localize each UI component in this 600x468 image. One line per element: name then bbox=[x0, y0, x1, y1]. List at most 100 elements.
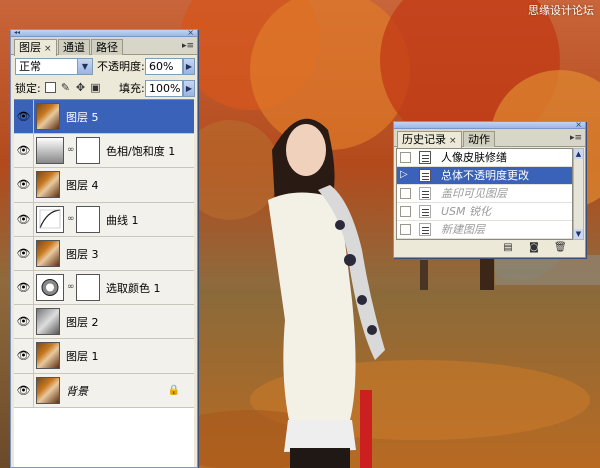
collapse-icon[interactable]: ◂◂ bbox=[14, 30, 20, 36]
fill-label: 填充: bbox=[119, 82, 145, 95]
fill-input[interactable]: 100% bbox=[145, 80, 183, 97]
layer-row[interactable]: 👁 背景 🔒 bbox=[14, 373, 194, 408]
eye-icon[interactable]: 👁 bbox=[14, 236, 34, 270]
panel-titlebar[interactable]: ◂◂ × bbox=[11, 28, 197, 37]
layer-row[interactable]: 👁 图层 5 bbox=[14, 100, 194, 135]
eye-icon[interactable]: 👁 bbox=[14, 339, 34, 373]
history-item-label: 新建图层 bbox=[441, 223, 485, 236]
panel-titlebar[interactable]: × bbox=[394, 120, 585, 129]
layers-panel: ◂◂ × 图层 × 通道 路径 ▸≡ 正常 ▼ 不透明度: 60% ▶ 锁定: ✎… bbox=[10, 28, 198, 468]
history-item-label: 盖印可见图层 bbox=[441, 187, 507, 200]
chain-link-icon[interactable]: ∞ bbox=[67, 214, 75, 224]
chevron-down-icon[interactable]: ▼ bbox=[77, 59, 92, 74]
snapshot-checkbox[interactable] bbox=[400, 188, 411, 199]
layer-mask-thumbnail[interactable] bbox=[76, 205, 100, 233]
layer-name: 图层 3 bbox=[66, 247, 99, 261]
lock-label: 锁定: bbox=[15, 82, 41, 95]
eye-icon[interactable]: 👁 bbox=[14, 134, 34, 168]
layer-name: 图层 2 bbox=[66, 316, 99, 330]
layer-row[interactable]: 👁 图层 1 bbox=[14, 339, 194, 374]
move-icon[interactable]: ✥ bbox=[75, 82, 86, 93]
tab-close-icon[interactable]: × bbox=[44, 44, 52, 54]
close-icon[interactable]: × bbox=[575, 120, 582, 129]
tab-paths-label: 路径 bbox=[96, 41, 118, 54]
history-scrollbar[interactable]: ▲ ▼ bbox=[573, 148, 584, 240]
lock-icon[interactable]: ▣ bbox=[90, 82, 101, 93]
layer-list: 👁 图层 5 👁 ∞ 色相/饱和度 1 👁 图层 4 👁 ∞ 曲线 1 👁 图层… bbox=[14, 99, 194, 467]
eye-icon[interactable]: 👁 bbox=[14, 305, 34, 339]
lock-icons-group: ✎ ✥ ▣ bbox=[45, 82, 101, 93]
scroll-down-icon[interactable]: ▼ bbox=[574, 229, 583, 239]
curves-glyph bbox=[39, 208, 61, 228]
layer-row[interactable]: 👁 ∞ 曲线 1 bbox=[14, 202, 194, 237]
history-list: 人像皮肤修缮 ▷ 总体不透明度更改 盖印可见图层 USM 锐化 新建图层 bbox=[396, 148, 573, 240]
eye-icon[interactable]: 👁 bbox=[14, 168, 34, 202]
tab-channels[interactable]: 通道 bbox=[58, 39, 90, 55]
blend-opacity-row: 正常 ▼ 不透明度: 60% ▶ bbox=[11, 55, 197, 77]
tab-paths[interactable]: 路径 bbox=[91, 39, 123, 55]
layer-thumbnail bbox=[36, 342, 60, 370]
close-icon[interactable]: × bbox=[187, 28, 194, 37]
document-icon bbox=[419, 169, 431, 182]
trash-icon[interactable]: 🗑 bbox=[554, 242, 567, 253]
opacity-arrow-button[interactable]: ▶ bbox=[183, 58, 195, 75]
curves-icon bbox=[36, 205, 64, 233]
history-item[interactable]: 人像皮肤修缮 bbox=[397, 149, 572, 167]
chain-link-icon[interactable]: ∞ bbox=[67, 282, 75, 292]
snapshot-checkbox[interactable] bbox=[400, 152, 411, 163]
document-icon bbox=[419, 151, 431, 164]
history-item[interactable]: 盖印可见图层 bbox=[397, 185, 572, 203]
tab-actions[interactable]: 动作 bbox=[463, 131, 495, 147]
opacity-label: 不透明度: bbox=[97, 60, 145, 73]
history-item[interactable]: ▷ 总体不透明度更改 bbox=[397, 167, 572, 185]
layer-thumbnail bbox=[36, 171, 60, 199]
layer-row[interactable]: 👁 图层 2 bbox=[14, 305, 194, 340]
hue-saturation-icon bbox=[36, 137, 64, 165]
tab-actions-label: 动作 bbox=[468, 133, 490, 146]
lock-transparency-icon[interactable] bbox=[45, 82, 56, 93]
tab-layers[interactable]: 图层 × bbox=[14, 39, 57, 56]
fill-arrow-button[interactable]: ▶ bbox=[183, 80, 195, 97]
layer-row[interactable]: 👁 图层 3 bbox=[14, 236, 194, 271]
blend-mode-select[interactable]: 正常 ▼ bbox=[15, 58, 93, 75]
eye-icon[interactable]: 👁 bbox=[14, 373, 34, 407]
scroll-up-icon[interactable]: ▲ bbox=[574, 149, 583, 159]
layer-thumbnail bbox=[36, 103, 60, 130]
layer-row[interactable]: 👁 ∞ 色相/饱和度 1 bbox=[14, 134, 194, 169]
tab-layers-label: 图层 bbox=[19, 41, 41, 54]
panel-menu-icon[interactable]: ▸≡ bbox=[182, 41, 194, 51]
history-item[interactable]: 新建图层 bbox=[397, 221, 572, 239]
brush-icon[interactable]: ✎ bbox=[60, 82, 71, 93]
watermark-text: 思缘设计论坛 bbox=[528, 4, 594, 17]
layer-mask-thumbnail[interactable] bbox=[76, 273, 100, 301]
panel-menu-icon[interactable]: ▸≡ bbox=[570, 133, 582, 143]
opacity-input[interactable]: 60% bbox=[145, 58, 183, 75]
tab-close-icon[interactable]: × bbox=[449, 136, 457, 146]
layer-row[interactable]: 👁 图层 4 bbox=[14, 168, 194, 203]
selective-color-glyph bbox=[41, 278, 59, 296]
history-toolbar: ▤ ◙ 🗑 bbox=[394, 241, 585, 255]
history-item-label: 总体不透明度更改 bbox=[441, 169, 529, 182]
layer-name: 图层 5 bbox=[66, 111, 99, 124]
layer-name: 曲线 1 bbox=[106, 213, 139, 227]
history-item[interactable]: USM 锐化 bbox=[397, 203, 572, 221]
history-panel: × 历史记录× 动作 ▸≡ 人像皮肤修缮 ▷ 总体不透明度更改 盖印可见图层 bbox=[393, 120, 586, 258]
layer-mask-thumbnail[interactable] bbox=[76, 137, 100, 165]
eye-icon[interactable]: 👁 bbox=[14, 100, 34, 134]
eye-icon[interactable]: 👁 bbox=[14, 202, 34, 236]
layer-name: 图层 4 bbox=[66, 179, 99, 193]
layer-row[interactable]: 👁 ∞ 选取颜色 1 bbox=[14, 270, 194, 306]
history-item-label: USM 锐化 bbox=[441, 205, 492, 218]
camera-snapshot-icon[interactable]: ◙ bbox=[528, 242, 540, 253]
document-icon bbox=[419, 223, 431, 236]
tab-history[interactable]: 历史记录 × bbox=[397, 131, 462, 148]
lock-fill-row: 锁定: ✎ ✥ ▣ 填充: 100% ▶ bbox=[11, 77, 197, 99]
new-document-from-state-icon[interactable]: ▤ bbox=[502, 242, 514, 253]
snapshot-checkbox[interactable] bbox=[400, 206, 411, 217]
eye-icon[interactable]: 👁 bbox=[14, 270, 34, 305]
lock-icon: 🔒 bbox=[167, 384, 180, 396]
layer-thumbnail bbox=[36, 239, 60, 267]
chain-link-icon[interactable]: ∞ bbox=[67, 145, 75, 155]
snapshot-checkbox[interactable] bbox=[400, 224, 411, 235]
blend-mode-value: 正常 bbox=[19, 60, 41, 73]
